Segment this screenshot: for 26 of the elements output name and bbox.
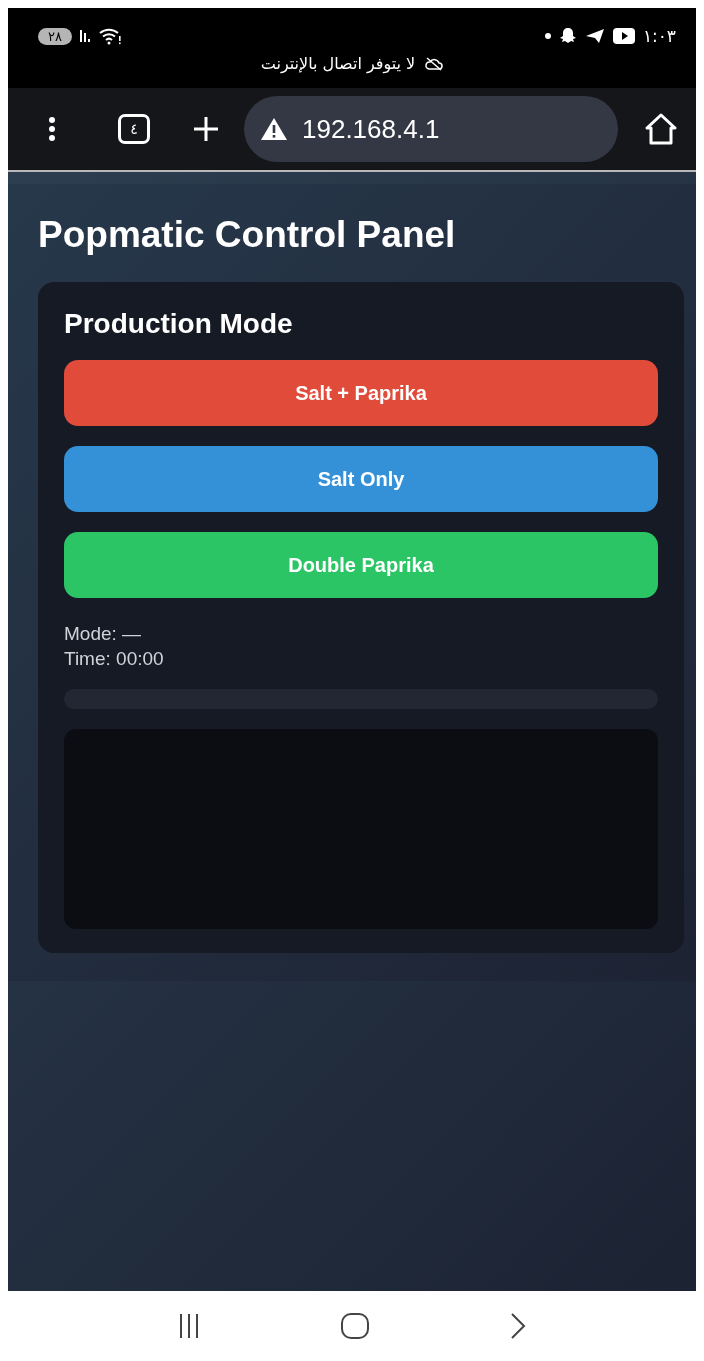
mode-button[interactable]: Salt + Paprika xyxy=(64,360,658,426)
menu-icon[interactable] xyxy=(48,116,56,142)
send-icon xyxy=(584,28,605,44)
dot-icon xyxy=(544,33,551,39)
signal-icon xyxy=(79,30,90,42)
mode-button[interactable]: Double Paprika xyxy=(64,532,658,598)
offline-notice: لا يتوفر اتصال بالإنترنت xyxy=(260,54,416,73)
clock-time: ١:٠٣ xyxy=(642,26,676,46)
wifi-icon xyxy=(97,27,122,45)
warning-icon xyxy=(260,117,288,141)
cloud-off-icon xyxy=(425,56,444,71)
battery-level: ٢٨ xyxy=(38,27,72,45)
mode-status: Mode: — xyxy=(64,622,143,646)
time-status: Time: 00:00 xyxy=(64,646,165,671)
ghost-icon xyxy=(558,27,577,45)
page-title: Popmatic Control Panel xyxy=(38,214,457,256)
home-button-icon[interactable] xyxy=(340,1312,370,1340)
mode-button[interactable]: Salt Only xyxy=(64,446,658,512)
new-tab-icon[interactable] xyxy=(192,115,220,143)
play-icon xyxy=(612,28,635,44)
tab-count-button[interactable]: ٤ xyxy=(118,114,150,144)
home-icon[interactable] xyxy=(644,113,678,145)
back-icon[interactable] xyxy=(508,1312,527,1340)
address-bar[interactable]: 192.168.4.1 xyxy=(244,96,618,162)
url-text: 192.168.4.1 xyxy=(302,113,440,145)
card-heading: Production Mode xyxy=(64,308,294,340)
